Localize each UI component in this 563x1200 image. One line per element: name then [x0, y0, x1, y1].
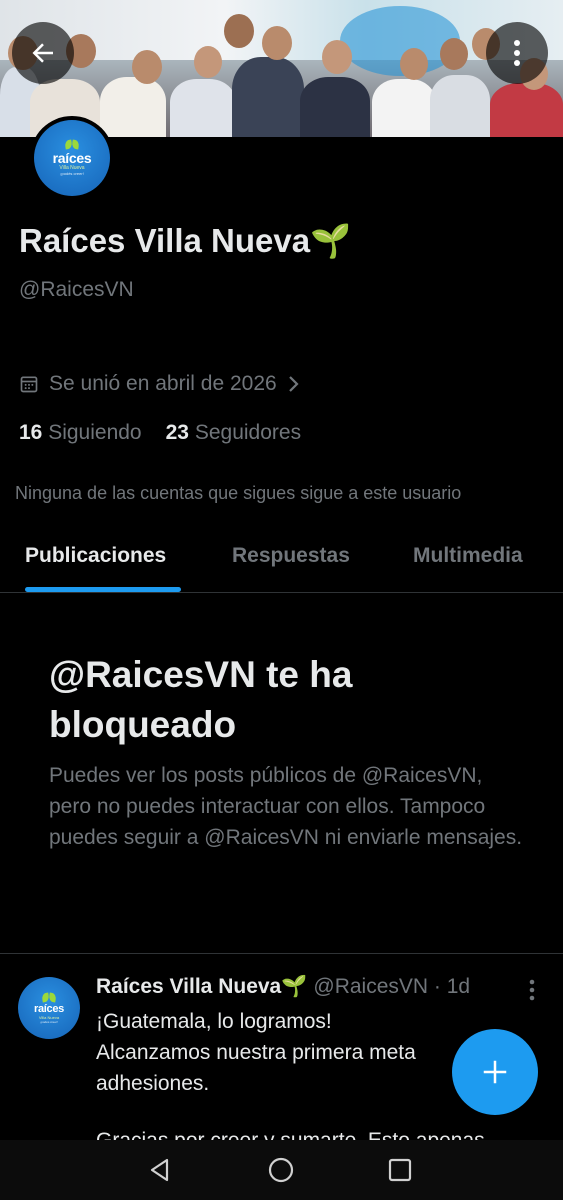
banner-person — [232, 57, 304, 137]
arrow-left-icon — [32, 43, 53, 63]
tab-multimedia[interactable]: Multimedia — [413, 544, 523, 568]
compose-button[interactable] — [452, 1029, 538, 1115]
circle-home-icon — [268, 1157, 294, 1183]
profile-display-name: Raíces Villa Nueva🌱 — [19, 222, 352, 259]
square-recents-icon — [388, 1158, 412, 1182]
joined-text: Se unió en abril de 2026 — [49, 372, 277, 395]
banner-face — [440, 38, 468, 70]
banner-person — [300, 77, 370, 137]
sprout-icon — [65, 140, 79, 150]
logo-main-text: raíces — [52, 149, 92, 166]
more-vertical-icon — [529, 979, 535, 1001]
following-link[interactable]: 16 Siguiendo — [19, 421, 142, 445]
plus-icon — [483, 1060, 507, 1084]
tab-respuestas[interactable]: Respuestas — [232, 544, 350, 568]
nav-recents-button[interactable] — [384, 1154, 416, 1186]
followers-count: 23 — [165, 421, 189, 444]
post-avatar[interactable]: raíces Villa Nueva ¡podés creer! — [18, 977, 80, 1039]
sprout-icon — [42, 993, 56, 1003]
system-nav-bar — [0, 1140, 563, 1200]
profile-handle: @RaicesVN — [19, 278, 134, 301]
logo-main-text: raíces — [33, 1002, 64, 1015]
profile-avatar[interactable]: raíces Villa Nueva ¡podés creer! — [30, 116, 114, 200]
following-label: Siguiendo — [48, 421, 142, 444]
banner-person — [170, 79, 236, 137]
post-line: ¡Guatemala, lo logramos! — [96, 1010, 332, 1033]
more-options-button[interactable] — [486, 22, 548, 84]
nav-back-button[interactable] — [144, 1154, 176, 1186]
blocked-title: @RaicesVN te ha bloqueado — [49, 654, 353, 745]
banner-face — [132, 50, 162, 84]
following-count: 16 — [19, 421, 43, 444]
banner-face — [224, 14, 254, 48]
banner-person — [430, 75, 490, 137]
banner-face — [262, 26, 292, 60]
active-tab-indicator — [25, 587, 181, 592]
calendar-icon — [20, 376, 38, 393]
profile-tabs: Publicaciones Respuestas Multimedia — [0, 530, 563, 593]
triangle-back-icon — [150, 1158, 169, 1182]
chevron-right-icon — [288, 376, 299, 392]
more-vertical-icon — [514, 40, 520, 66]
mutual-followers-note: Ninguna de las cuentas que sigues sigue … — [15, 483, 462, 503]
followers-label: Seguidores — [194, 421, 302, 444]
blocked-description: Puedes ver los posts públicos de @Raices… — [49, 764, 523, 849]
banner-person — [490, 83, 563, 137]
nav-home-button[interactable] — [265, 1154, 297, 1186]
follow-stats: 16 Siguiendo 23 Seguidores — [19, 421, 301, 445]
section-divider — [0, 953, 563, 954]
post-line-cut: Gracias por creer y sumarte. Esto apenas — [96, 1126, 485, 1140]
banner-person — [100, 77, 166, 137]
logo-tag-text: ¡podés creer! — [40, 1019, 58, 1024]
logo-tag-text: ¡podés creer! — [60, 170, 84, 176]
banner-face — [322, 40, 352, 74]
avatar-logo: raíces Villa Nueva ¡podés creer! — [34, 120, 110, 196]
profile-banner[interactable] — [0, 0, 563, 137]
banner-person — [372, 79, 436, 137]
back-button[interactable] — [12, 22, 74, 84]
banner-face — [194, 46, 222, 78]
followers-link[interactable]: 23 Seguidores — [166, 421, 301, 445]
post-more-button[interactable] — [522, 978, 542, 1002]
post-handle-time: @RaicesVN · 1d — [313, 975, 471, 998]
banner-face — [400, 48, 428, 80]
joined-date[interactable]: Se unió en abril de 2026 — [19, 372, 301, 396]
post-header: Raíces Villa Nueva🌱 @RaicesVN · 1d — [96, 975, 470, 999]
tab-publicaciones[interactable]: Publicaciones — [25, 544, 166, 568]
post-author-name[interactable]: Raíces Villa Nueva🌱 — [96, 975, 307, 999]
